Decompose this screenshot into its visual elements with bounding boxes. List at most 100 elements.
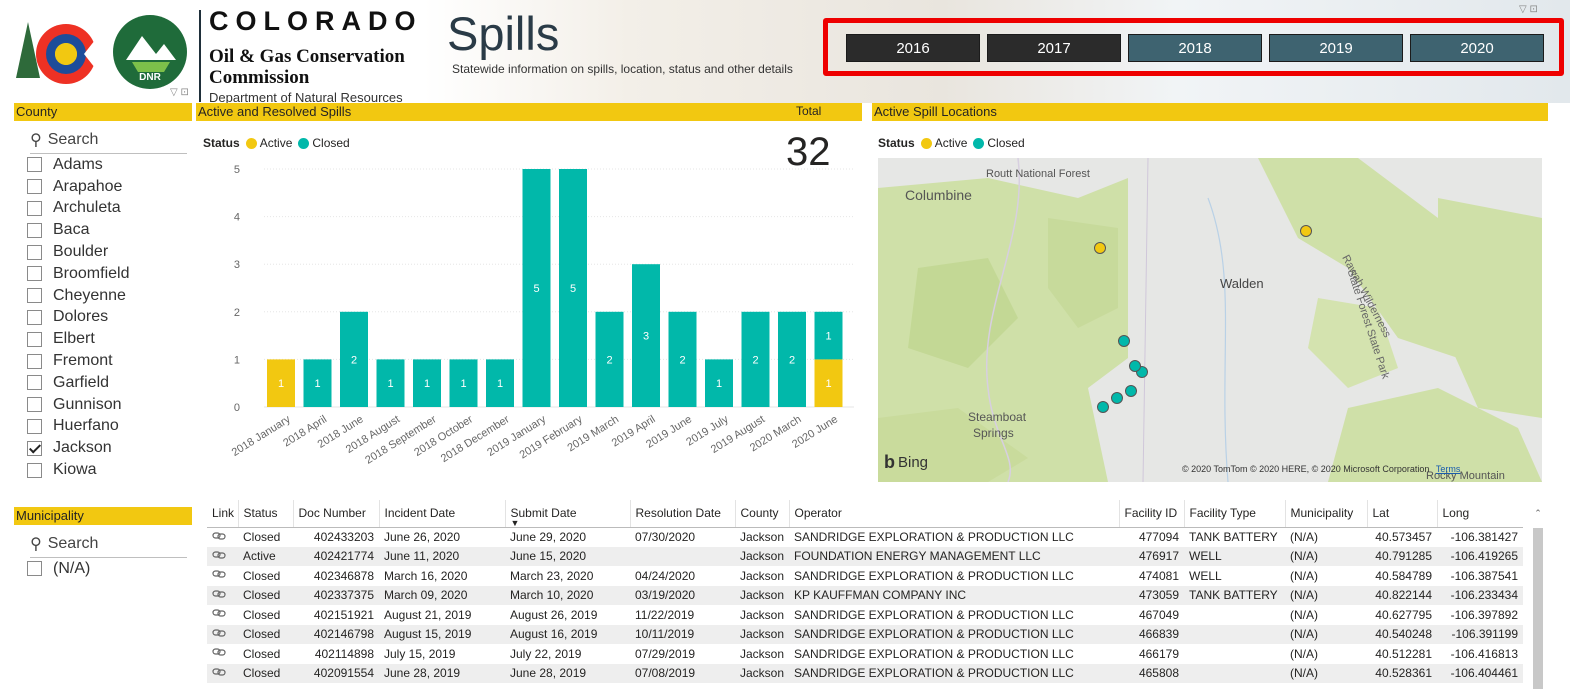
county-item[interactable]: Archuleta (27, 198, 187, 220)
county-item[interactable]: Huerfano (27, 416, 187, 438)
column-header[interactable]: Facility ID (1118, 500, 1184, 528)
table-row[interactable]: Closed 402151921 August 21, 2019 August 26,… (207, 605, 1523, 625)
checkbox[interactable] (27, 418, 42, 434)
bar-value-label: 1 (825, 378, 831, 390)
column-header-label: Resolution Date (635, 506, 721, 521)
map-point-closed[interactable] (1117, 335, 1130, 348)
chain-link-icon[interactable] (212, 667, 226, 677)
table-row[interactable]: Closed 402114898 July 15, 2019 July 22, 201… (207, 644, 1523, 664)
chain-link-icon[interactable] (212, 569, 226, 579)
county-item[interactable]: Arapahoe (27, 176, 187, 198)
county-item[interactable]: Elbert (27, 328, 187, 350)
chain-link-icon[interactable] (212, 531, 226, 541)
column-header[interactable]: Status (237, 500, 293, 528)
column-header[interactable]: Lat (1366, 500, 1437, 528)
link-icon[interactable] (207, 605, 238, 625)
county-item-label: Archuleta (53, 199, 121, 217)
table-cell: 476917 (1119, 546, 1184, 566)
checkbox[interactable] (27, 222, 42, 238)
checkbox[interactable] (27, 200, 42, 216)
checkbox[interactable] (27, 244, 42, 260)
table-scroll-thumb[interactable] (1533, 528, 1543, 689)
checkbox[interactable] (27, 157, 42, 173)
column-header[interactable]: Submit Date ▼ (504, 500, 630, 528)
link-icon[interactable] (207, 566, 238, 586)
municipality-item[interactable]: (N/A) (27, 558, 187, 580)
map-point-closed[interactable] (1096, 400, 1109, 413)
column-header[interactable]: Resolution Date (629, 500, 735, 528)
table-row[interactable]: Closed 402146798 August 15, 2019 August 16,… (207, 624, 1523, 644)
table-cell: 402114898 (314, 646, 374, 661)
checkbox[interactable] (27, 440, 42, 456)
chain-link-icon[interactable] (212, 608, 226, 618)
column-header[interactable]: Facility Type (1183, 500, 1285, 528)
county-item[interactable]: Garfield (27, 372, 187, 394)
table-cell: Active (238, 546, 293, 566)
column-header[interactable]: Doc Number (292, 500, 379, 528)
link-icon[interactable] (207, 663, 238, 683)
link-icon[interactable] (207, 624, 238, 644)
chain-link-icon[interactable] (212, 628, 226, 638)
table-row[interactable]: Active 402421774 June 11, 2020 June 15, 202… (207, 546, 1523, 566)
year-button-2019[interactable]: 2019 (1269, 34, 1403, 62)
table-cell: 473059 (1119, 585, 1184, 605)
checkbox[interactable] (27, 353, 42, 369)
municipality-search[interactable]: ⚲ Search (30, 534, 187, 558)
chain-link-icon[interactable] (212, 589, 226, 599)
checkbox[interactable] (27, 561, 42, 577)
map-terms-link[interactable]: Terms (1436, 464, 1461, 474)
checkbox[interactable] (27, 462, 42, 478)
column-header[interactable]: Municipality (1284, 500, 1367, 528)
county-item[interactable]: Adams (27, 154, 187, 176)
link-icon[interactable] (207, 585, 238, 605)
chain-link-icon[interactable] (212, 647, 226, 657)
checkbox[interactable] (27, 331, 42, 347)
checkbox[interactable] (27, 375, 42, 391)
county-search[interactable]: ⚲ Search (30, 130, 187, 154)
year-filter-icon[interactable]: ▽ ⊡ (1519, 4, 1538, 15)
checkbox[interactable] (27, 266, 42, 282)
table-cell: KP KAUFFMAN COMPANY INC (789, 585, 1119, 605)
column-header[interactable]: Long (1436, 500, 1523, 528)
county-search-input[interactable]: Search (48, 131, 99, 149)
checkbox[interactable] (27, 397, 42, 413)
spill-map[interactable]: Columbine Routt National Forest Walden R… (878, 158, 1542, 482)
scroll-up-icon[interactable]: ⌃ (1531, 508, 1545, 519)
year-button-2017[interactable]: 2017 (987, 34, 1121, 62)
checkbox[interactable] (27, 179, 42, 195)
link-icon[interactable] (207, 527, 238, 547)
column-header-label: Long (1442, 506, 1470, 521)
year-button-2018[interactable]: 2018 (1128, 34, 1262, 62)
table-row[interactable]: Closed 402091554 June 28, 2019 June 28, 201… (207, 663, 1523, 683)
link-icon[interactable] (207, 644, 238, 664)
table-row[interactable]: Closed 402433203 June 26, 2020 June 29, 202… (207, 527, 1523, 547)
map-point-closed[interactable] (1110, 391, 1123, 404)
chain-link-icon[interactable] (212, 550, 226, 560)
map-point-closed[interactable] (1129, 359, 1142, 372)
municipality-search-input[interactable]: Search (48, 535, 99, 553)
table-row[interactable]: Closed 402337375 March 09, 2020 March 10, 2… (207, 585, 1523, 605)
map-point-active[interactable] (1299, 224, 1312, 237)
table-row[interactable]: Closed 402346878 March 16, 2020 March 23, 2… (207, 566, 1523, 586)
column-header[interactable]: Operator (788, 500, 1119, 528)
link-icon[interactable] (207, 546, 238, 566)
county-item[interactable]: Dolores (27, 307, 187, 329)
county-item[interactable]: Fremont (27, 350, 187, 372)
column-header[interactable]: Incident Date (378, 500, 505, 528)
county-item[interactable]: Boulder (27, 241, 187, 263)
county-item[interactable]: Cheyenne (27, 285, 187, 307)
column-header[interactable]: Link (207, 500, 238, 528)
county-item[interactable]: Gunnison (27, 394, 187, 416)
year-button-2016[interactable]: 2016 (846, 34, 980, 62)
county-item[interactable]: Kiowa (27, 459, 187, 481)
column-header[interactable]: County (734, 500, 789, 528)
county-item[interactable]: Broomfield (27, 263, 187, 285)
checkbox[interactable] (27, 309, 42, 325)
checkbox[interactable] (27, 288, 42, 304)
county-item[interactable]: Baca (27, 219, 187, 241)
year-button-2020[interactable]: 2020 (1410, 34, 1544, 62)
county-item-label: Dolores (53, 308, 109, 326)
county-item-label: Boulder (53, 243, 109, 261)
filter-icon[interactable]: ▽ ⊡ (170, 87, 189, 98)
county-item[interactable]: Jackson (27, 437, 187, 459)
